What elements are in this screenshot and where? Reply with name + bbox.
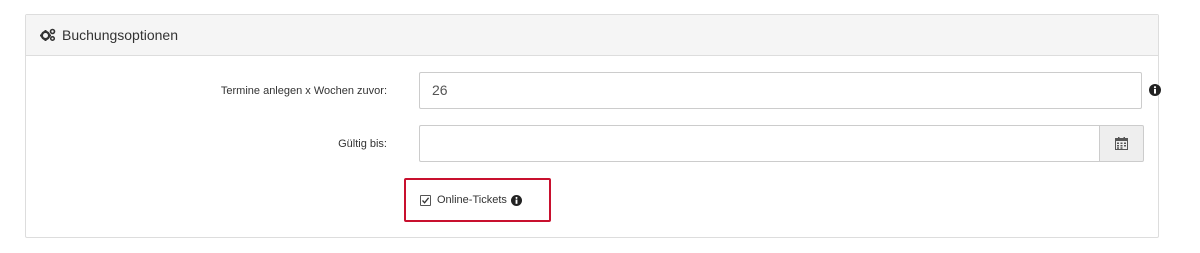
- valid-until-label: Gültig bis:: [338, 138, 387, 150]
- online-tickets-checkbox[interactable]: [420, 194, 431, 206]
- info-icon[interactable]: [1149, 84, 1161, 96]
- weeks-label: Termine anlegen x Wochen zuvor:: [220, 85, 387, 97]
- calendar-icon: [1115, 137, 1128, 150]
- online-tickets-label[interactable]: Online-Tickets: [437, 194, 507, 206]
- weeks-input[interactable]: 26: [419, 72, 1142, 109]
- calendar-button[interactable]: [1099, 125, 1144, 162]
- booking-options-panel: Buchungsoptionen Termine anlegen x Woche…: [25, 14, 1161, 238]
- valid-until-group: [419, 125, 1144, 162]
- panel-title: Buchungsoptionen: [62, 27, 178, 43]
- cogs-icon: [40, 28, 56, 42]
- panel-heading: Buchungsoptionen: [26, 15, 1158, 56]
- info-icon[interactable]: [510, 194, 522, 206]
- online-tickets-highlight: Online-Tickets: [404, 178, 551, 222]
- valid-until-input[interactable]: [419, 125, 1099, 162]
